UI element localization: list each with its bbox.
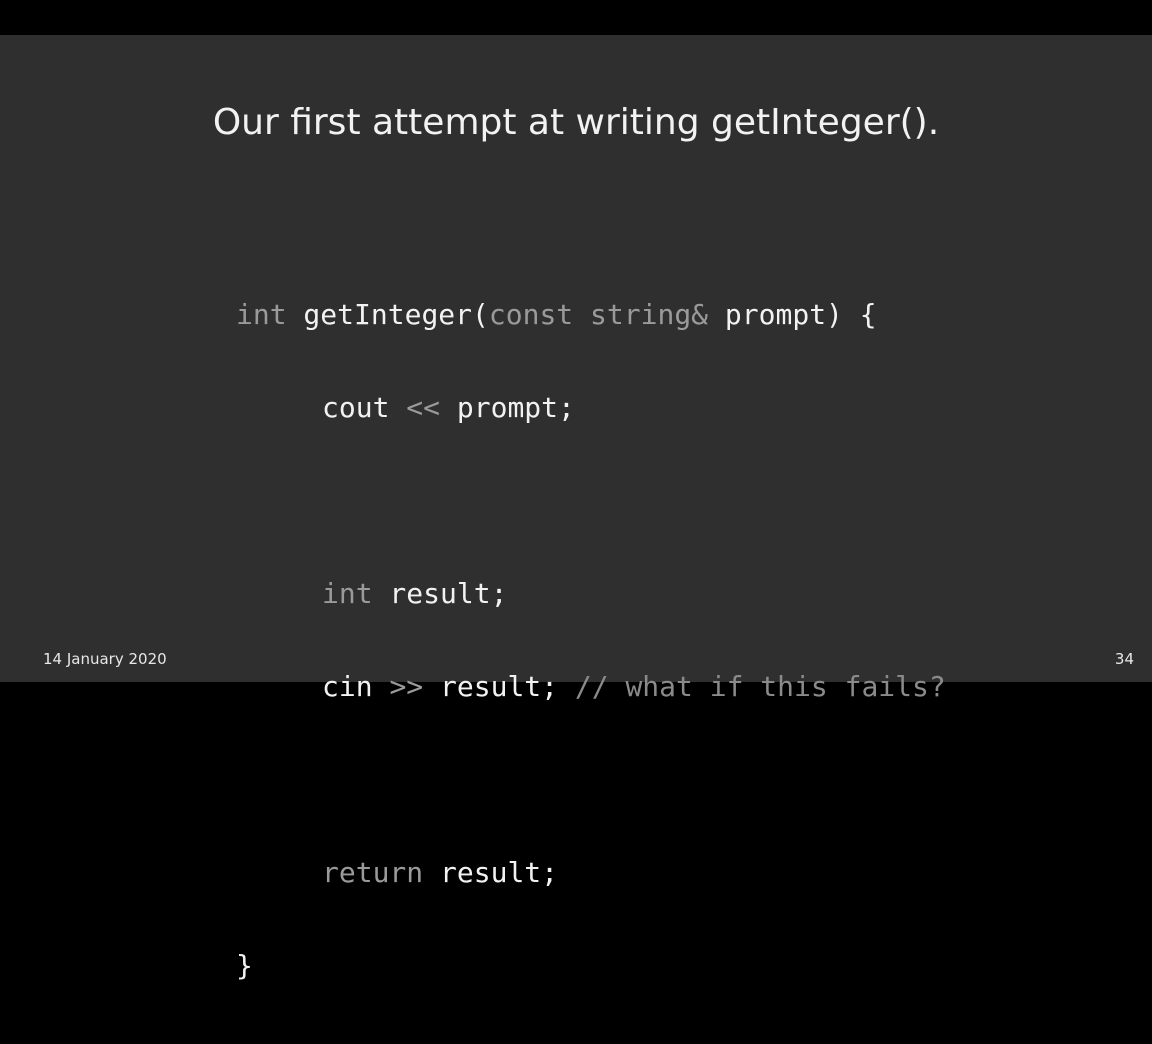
- footer-date: 14 January 2020: [43, 650, 167, 668]
- code-line-1: int getInteger(const string& prompt) {: [236, 299, 946, 330]
- code-text: cin: [322, 670, 390, 703]
- code-block: int getInteger(const string& prompt) { c…: [236, 237, 946, 1043]
- keyword: int: [322, 577, 373, 610]
- code-text: result;: [423, 670, 575, 703]
- page-number: 34: [1114, 650, 1134, 668]
- code-text: getInteger(: [286, 298, 489, 331]
- code-line-8: }: [236, 950, 946, 981]
- keyword: const: [488, 298, 574, 331]
- code-text: prompt) {: [708, 298, 877, 331]
- operator: <<: [406, 391, 441, 424]
- code-text: prompt;: [440, 391, 575, 424]
- code-text: result;: [423, 856, 559, 889]
- code-line-5: cin >> result; // what if this fails?: [236, 671, 946, 702]
- code-text: }: [236, 949, 253, 982]
- code-line-3-blank: [236, 485, 946, 516]
- keyword: string&: [590, 298, 709, 331]
- slide: Our first attempt at writing getInteger(…: [0, 35, 1152, 981]
- operator: >>: [389, 670, 424, 703]
- slide-title: Our first attempt at writing getInteger(…: [212, 102, 940, 143]
- keyword: int: [236, 298, 287, 331]
- code-line-6-blank: [236, 764, 946, 795]
- code-text: result;: [372, 577, 508, 610]
- code-text: cout: [322, 391, 407, 424]
- code-comment: // what if this fails?: [574, 670, 946, 703]
- code-line-4: int result;: [236, 578, 946, 609]
- code-line-7: return result;: [236, 857, 946, 888]
- code-line-2: cout << prompt;: [236, 392, 946, 423]
- keyword: return: [322, 856, 424, 889]
